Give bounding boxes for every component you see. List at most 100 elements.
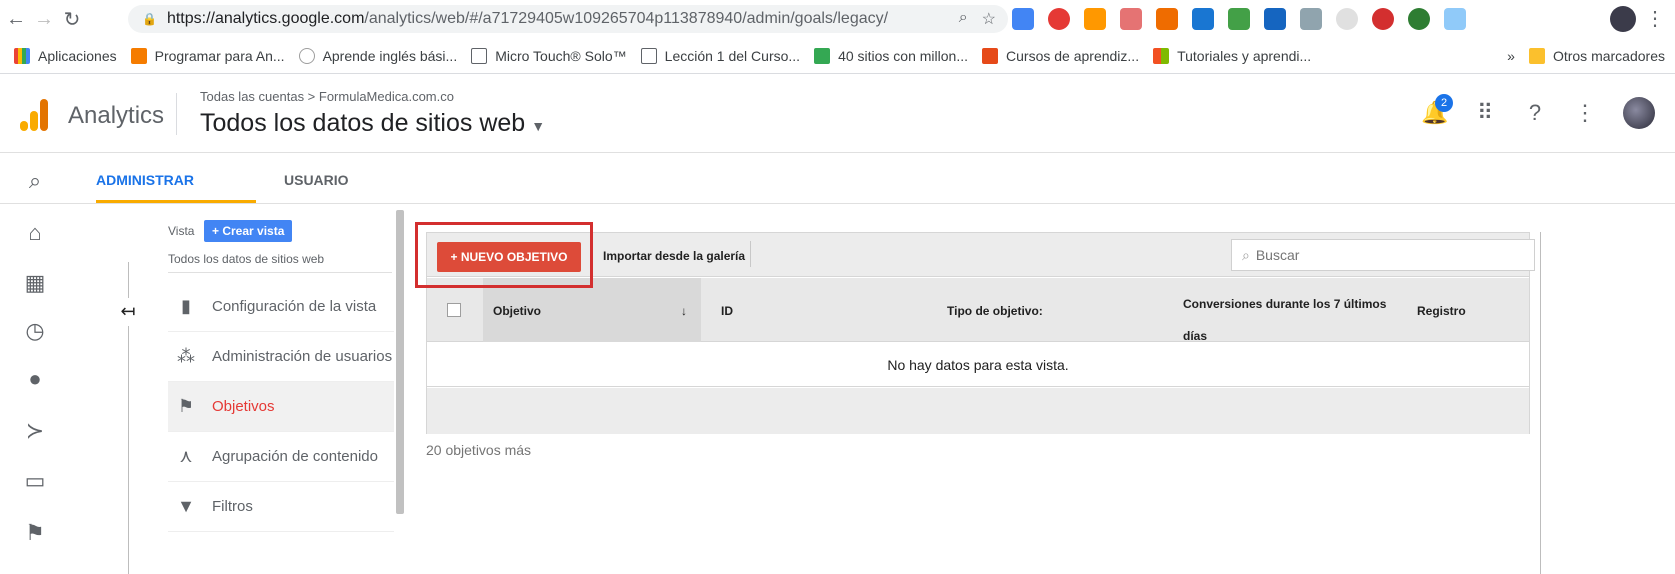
menu-item-label: Agrupación de contenido	[212, 448, 378, 465]
bookmark-item[interactable]: Programar para An...	[130, 47, 285, 64]
bookmark-item[interactable]: Lección 1 del Curso...	[640, 47, 801, 64]
account-selector[interactable]: Todos los datos de sitios web ▼	[200, 109, 545, 138]
other-bookmarks-label: Otros marcadores	[1552, 47, 1665, 64]
apps-grid-icon[interactable]: ⠿	[1473, 100, 1497, 126]
bookmark-item[interactable]: Tutoriales y aprendi...	[1153, 47, 1312, 64]
bookmark-item[interactable]: Aprende inglés bási...	[298, 47, 458, 64]
breadcrumb[interactable]: Todas las cuentas > FormulaMedica.com.co	[200, 89, 454, 104]
home-icon[interactable]: ⌂	[22, 220, 48, 246]
column-id[interactable]: ID	[721, 304, 733, 318]
table-footer	[427, 388, 1529, 434]
reload-icon[interactable]: ↻	[60, 7, 84, 32]
extension-icon[interactable]	[1012, 8, 1034, 30]
dropdown-caret-icon: ▼	[531, 118, 546, 134]
more-vert-icon[interactable]: ⋮	[1645, 6, 1665, 31]
url-path: /analytics/web/#/a71729405w109265704p113…	[364, 10, 889, 27]
remaining-goals-text: 20 objetivos más	[426, 442, 532, 458]
sort-down-icon[interactable]: ↓	[681, 304, 687, 318]
bookmark-favicon-icon	[130, 47, 147, 64]
star-icon[interactable]: ☆	[982, 9, 996, 29]
divider	[168, 272, 392, 273]
address-bar[interactable]: 🔒 https://analytics.google.com/analytics…	[128, 5, 1008, 33]
bookmark-item[interactable]: Cursos de aprendiz...	[982, 47, 1140, 64]
zoom-icon[interactable]: ⌕	[959, 9, 968, 29]
more-vert-icon[interactable]: ⋮	[1573, 100, 1597, 126]
extensions-bar	[1012, 8, 1466, 30]
column-objective[interactable]: Objetivo	[493, 304, 541, 318]
filter-icon: ▼	[177, 496, 195, 516]
bookmark-label: Aplicaciones	[38, 47, 117, 64]
download-icon[interactable]	[1444, 8, 1466, 30]
bookmark-label: Lección 1 del Curso...	[664, 47, 801, 64]
bookmark-label: 40 sitios con millon...	[838, 47, 969, 64]
apps-grid-icon	[14, 47, 30, 64]
app-header: Analytics Todas las cuentas > FormulaMed…	[0, 75, 1675, 153]
extension-icon[interactable]	[1372, 8, 1394, 30]
select-all-checkbox[interactable]	[447, 303, 461, 317]
office-icon	[982, 47, 999, 64]
tab-usuario[interactable]: USUARIO	[284, 172, 349, 188]
bookmark-apps[interactable]: Aplicaciones	[14, 47, 117, 64]
extension-icon[interactable]	[1336, 8, 1358, 30]
bookmarks-bar: Aplicaciones Programar para An... Aprend…	[0, 38, 1675, 74]
divider	[176, 93, 177, 135]
column-goal-type[interactable]: Tipo de objetivo:	[947, 304, 1043, 318]
menu-item-content-grouping[interactable]: ⋏ Agrupación de contenido	[168, 432, 394, 482]
windows-icon	[1153, 47, 1170, 64]
help-icon[interactable]: ?	[1523, 100, 1547, 126]
menu-item-user-management[interactable]: ⁂ Administración de usuarios	[168, 332, 394, 382]
opera-icon[interactable]	[1048, 8, 1070, 30]
bookmark-label: Aprende inglés bási...	[322, 47, 458, 64]
folder-icon	[1528, 47, 1545, 64]
extension-icon[interactable]	[1192, 8, 1214, 30]
analytics-logo-icon[interactable]	[20, 97, 50, 131]
bookmark-label: Cursos de aprendiz...	[1006, 47, 1140, 64]
notification-badge: 2	[1435, 94, 1453, 112]
divider	[1540, 232, 1541, 574]
behavior-icon[interactable]: ▭	[22, 468, 48, 494]
active-tab-indicator	[96, 200, 256, 203]
extension-icon[interactable]	[1120, 8, 1142, 30]
create-view-button[interactable]: + Crear vista	[204, 220, 293, 242]
other-bookmarks[interactable]: Otros marcadores	[1528, 47, 1665, 64]
back-arrow-icon[interactable]: ←	[4, 8, 28, 31]
extension-icon[interactable]	[1300, 8, 1322, 30]
menu-item-label: Filtros	[212, 498, 253, 515]
page-icon	[640, 47, 657, 64]
extension-icon[interactable]	[1408, 8, 1430, 30]
audience-icon[interactable]: ●	[22, 366, 48, 392]
browser-toolbar: ← → ↻ 🔒 https://analytics.google.com/ana…	[0, 0, 1675, 38]
column-record[interactable]: Registro	[1417, 304, 1466, 318]
menu-item-view-settings[interactable]: ▮ Configuración de la vista	[168, 282, 394, 332]
extension-icon[interactable]	[1084, 8, 1106, 30]
forward-arrow-icon[interactable]: →	[32, 8, 56, 31]
search-icon: ⌕	[1242, 247, 1250, 263]
import-from-gallery-link[interactable]: Importar desde la galería	[603, 249, 745, 263]
scrollbar[interactable]	[396, 210, 404, 514]
empty-state-message: No hay datos para esta vista.	[427, 343, 1529, 387]
users-icon: ⁂	[177, 346, 195, 366]
tab-administrar[interactable]: ADMINISTRAR	[96, 172, 194, 188]
bookmark-item[interactable]: Micro Touch® Solo™	[471, 47, 627, 64]
menu-item-goals[interactable]: ⚑ Objetivos	[168, 382, 394, 432]
extension-icon[interactable]	[1228, 8, 1250, 30]
menu-item-filters[interactable]: ▼ Filtros	[168, 482, 394, 532]
customization-icon[interactable]: ▦	[22, 270, 48, 296]
bookmark-label: Tutoriales y aprendi...	[1177, 47, 1312, 64]
acquisition-icon[interactable]: ≻	[22, 418, 48, 444]
left-rail: ⌕ ⌂ ▦ ◷ ● ≻ ▭ ⚑	[0, 154, 70, 574]
bookmarks-overflow-button[interactable]: »	[1507, 48, 1515, 64]
admin-tabs: ADMINISTRAR USUARIO	[0, 154, 1675, 204]
notifications-button[interactable]: 🔔 2	[1421, 94, 1453, 126]
extension-icon[interactable]	[1264, 8, 1286, 30]
conversions-flag-icon[interactable]: ⚑	[22, 520, 48, 546]
back-arrow-icon[interactable]: ↤	[112, 298, 144, 326]
extension-icon[interactable]	[1156, 8, 1178, 30]
search-input[interactable]: ⌕ Buscar	[1231, 239, 1535, 271]
avatar[interactable]	[1623, 97, 1655, 129]
view-selector[interactable]: Todos los datos de sitios web	[168, 252, 324, 266]
bookmark-item[interactable]: 40 sitios con millon...	[814, 47, 969, 64]
flag-icon: ⚑	[177, 396, 195, 416]
realtime-clock-icon[interactable]: ◷	[22, 318, 48, 344]
profile-avatar[interactable]	[1610, 6, 1636, 32]
